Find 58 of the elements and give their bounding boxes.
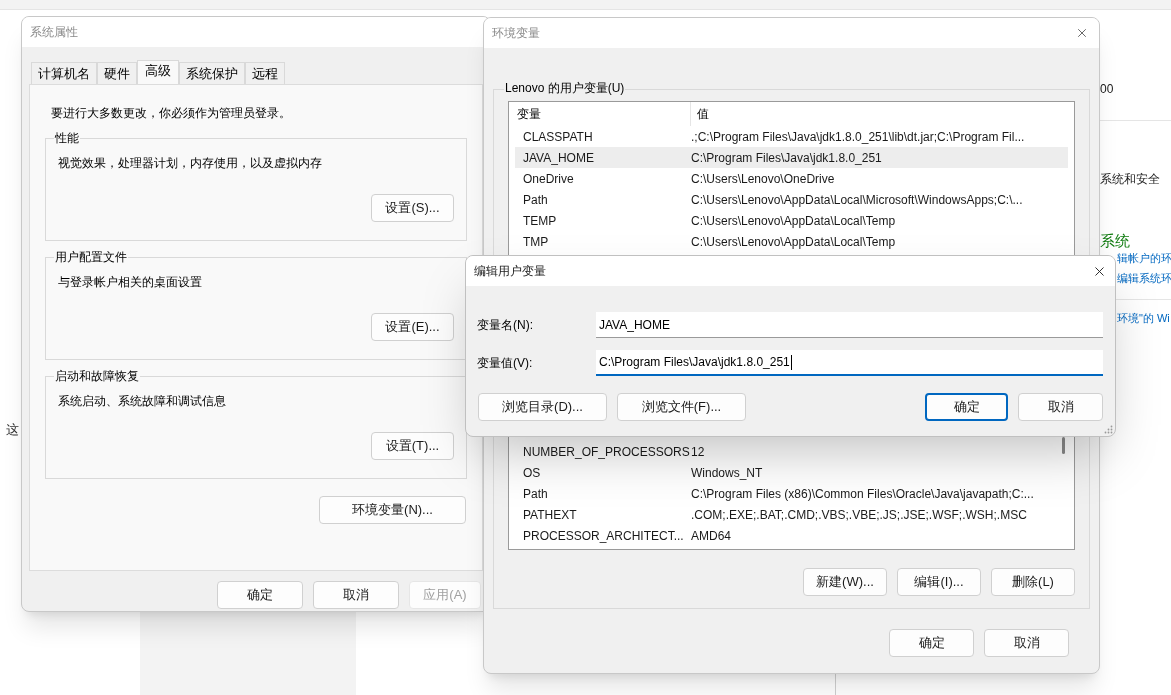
dialog-button[interactable]: 确定 [889,629,974,657]
scrollbar[interactable] [1062,437,1065,454]
field-label: 变量值(V): [477,355,534,372]
group-description: 视觉效果，处理器计划，内存使用，以及虚拟内存 [58,155,323,172]
list-row[interactable]: OS Windows_NT [515,462,1068,483]
list-row[interactable]: JAVA_HOME C:\Program Files\Java\jdk1.8.0_251 [515,147,1068,168]
column-header[interactable]: 变量 [515,102,691,126]
group-title: 性能 [54,130,80,146]
background-text: 00 [1100,81,1114,98]
notice-text: 要进行大多数更改，你必须作为管理员登录。 [51,105,292,122]
tab[interactable]: 硬件 [97,62,137,84]
group-title: 启动和故障恢复 [54,368,140,384]
background-link[interactable]: 环境"的 Wi [1117,310,1170,327]
list-row[interactable]: CLASSPATH .;C:\Program Files\Java\jdk1.8.0_251\lib\dt.jar;C:\Program Fil... [515,126,1068,147]
column-header[interactable]: 值 [691,102,709,126]
background-link[interactable]: 编辑系统环 [1117,270,1171,287]
window-title: 环境变量 [492,25,540,42]
background-link[interactable]: 辑帐户的环 [1117,250,1171,267]
dialog-button[interactable]: 浏览目录(D)... [478,393,607,421]
resize-grip-icon[interactable] [1104,425,1113,434]
group-title: Lenovo 的用户变量(U) [504,80,626,96]
settings-button[interactable]: 设置(E)... [371,313,454,341]
group-title: 用户配置文件 [54,249,128,265]
dialog-button[interactable]: 取消 [1018,393,1103,421]
dialog-button[interactable]: 新建(W)... [803,568,887,596]
tab[interactable]: 高级 [137,60,179,84]
environment-variables-button[interactable]: 环境变量(N)... [319,496,466,524]
input-field[interactable]: C:\Program Files\Java\jdk1.8.0_251 [596,350,1103,376]
dialog-button[interactable]: 取消 [984,629,1069,657]
list-row[interactable]: PROCESSOR_ARCHITECT... AMD64 [515,525,1068,546]
text-caret [790,354,792,370]
list-row[interactable]: OneDrive C:\Users\Lenovo\OneDrive [515,168,1068,189]
tab[interactable]: 系统保护 [179,62,245,84]
list-row[interactable]: Path C:\Users\Lenovo\AppData\Local\Microsoft\WindowsApps;C:\... [515,189,1068,210]
dialog-button[interactable]: 删除(L) [991,568,1075,596]
field-label: 变量名(N): [477,317,534,334]
dialog-button[interactable]: 确定 [217,581,303,609]
background-text: 系统 [1100,231,1130,251]
background-text: 这 [6,421,19,439]
group-description: 与登录帐户相关的桌面设置 [58,274,203,291]
window-title: 系统属性 [30,24,78,41]
list-row[interactable]: TEMP C:\Users\Lenovo\AppData\Local\Temp [515,210,1068,231]
list-row[interactable]: PATHEXT .COM;.EXE;.BAT;.CMD;.VBS;.VBE;.JS;.JSE;.WSF;.WSH;.MSC [515,504,1068,525]
dialog-button[interactable]: 确定 [925,393,1008,421]
list-row[interactable]: NUMBER_OF_PROCESSORS 12 [515,441,1068,462]
settings-button[interactable]: 设置(S)... [371,194,454,222]
dialog-button[interactable]: 取消 [313,581,399,609]
settings-button[interactable]: 设置(T)... [371,432,454,460]
tab[interactable]: 远程 [245,62,285,84]
list-row[interactable]: Path C:\Program Files (x86)\Common Files\Oracle\Java\javapath;C:... [515,483,1068,504]
dialog-button[interactable]: 浏览文件(F)... [617,393,746,421]
dialog-title: 编辑用户变量 [474,263,546,280]
background-text: 系统和安全 [1100,171,1160,188]
group-description: 系统启动、系统故障和调试信息 [58,393,227,410]
tab[interactable]: 计算机名 [31,62,97,84]
dialog-button[interactable]: 编辑(I)... [897,568,981,596]
input-field[interactable]: JAVA_HOME [596,312,1103,338]
list-row[interactable]: TMP C:\Users\Lenovo\AppData\Local\Temp [515,231,1068,252]
